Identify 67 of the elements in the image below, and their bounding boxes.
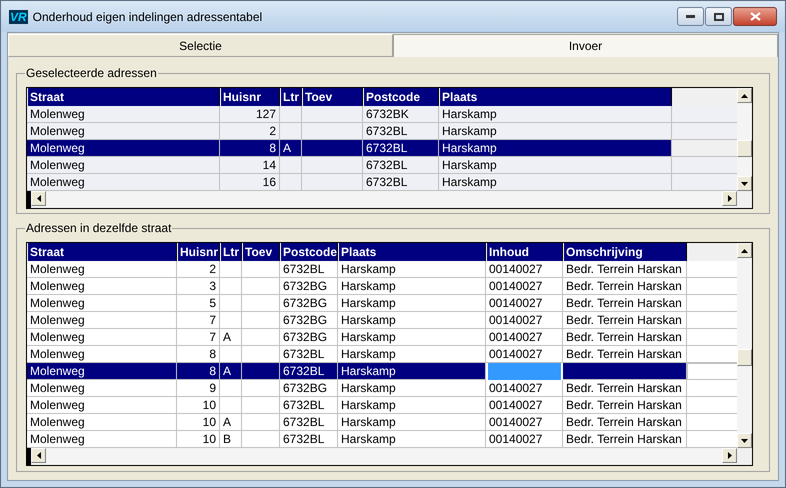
column-header[interactable]: Straat bbox=[27, 88, 220, 106]
column-header[interactable]: Toev bbox=[242, 243, 280, 261]
scroll-thumb[interactable] bbox=[737, 140, 752, 157]
arrow-right-icon bbox=[728, 452, 732, 459]
group-title: Adressen in dezelfde straat bbox=[25, 221, 172, 235]
column-header[interactable]: Plaats bbox=[338, 243, 486, 261]
scroll-right-button[interactable] bbox=[722, 448, 737, 463]
column-header[interactable]: Huisnr bbox=[220, 88, 280, 106]
scroll-up-button[interactable] bbox=[737, 88, 752, 103]
tab[interactable]: Invoer bbox=[393, 34, 778, 57]
table-row[interactable]: Molenweg 9 6732BG Harskamp 00140027 Bedr. Terrein Harskan bbox=[27, 380, 737, 397]
table-row[interactable]: Molenweg 8 A 6732BL Harskamp bbox=[27, 363, 737, 380]
minimize-icon bbox=[686, 15, 695, 18]
table-row[interactable]: Molenweg 10 A 6732BL Harskamp 00140027 Bedr. Terrein Harskan bbox=[27, 414, 737, 431]
column-header[interactable]: Postcode bbox=[363, 88, 439, 106]
table-row[interactable]: Molenweg 7 A 6732BG Harskamp 00140027 Bedr. Terrein Harskan bbox=[27, 329, 737, 346]
horizontal-scrollbar[interactable] bbox=[27, 448, 752, 465]
arrow-up-icon bbox=[741, 94, 748, 98]
column-header[interactable]: Inhoud bbox=[486, 243, 563, 261]
table-cell bbox=[672, 140, 737, 157]
table-row[interactable]: Molenweg 10 B 6732BL Harskamp 00140027 Bedr. Terrein Harskan bbox=[27, 431, 737, 448]
horizontal-scrollbar[interactable] bbox=[27, 191, 752, 208]
tab[interactable]: Selectie bbox=[8, 34, 393, 57]
column-header[interactable]: Plaats bbox=[439, 88, 672, 106]
vertical-scrollbar[interactable] bbox=[737, 88, 752, 191]
maximize-icon bbox=[714, 12, 724, 20]
table-row[interactable]: Molenweg 16 6732BL Harskamp bbox=[27, 174, 737, 191]
column-header[interactable]: Postcode bbox=[280, 243, 338, 261]
scroll-down-button[interactable] bbox=[737, 176, 752, 191]
table-row[interactable]: Molenweg 8 A 6732BL Harskamp bbox=[27, 140, 737, 157]
table-row[interactable]: Molenweg 5 6732BG Harskamp 00140027 Bedr. Terrein Harskan bbox=[27, 295, 737, 312]
column-header[interactable]: Huisnr bbox=[177, 243, 220, 261]
scroll-left-button[interactable] bbox=[31, 448, 46, 463]
vertical-scrollbar[interactable] bbox=[737, 243, 752, 448]
column-header[interactable]: Omschrijving bbox=[563, 243, 687, 261]
arrow-down-icon bbox=[741, 438, 748, 442]
scroll-left-button[interactable] bbox=[31, 191, 46, 206]
arrow-left-icon bbox=[36, 195, 40, 202]
table-row[interactable]: Molenweg 3 6732BG Harskamp 00140027 Bedr. Terrein Harskan bbox=[27, 278, 737, 295]
table-row[interactable]: Molenweg 2 6732BL Harskamp 00140027 Bedr. Terrein Harskan bbox=[27, 261, 737, 278]
app-logo-icon: VR bbox=[9, 10, 28, 24]
table-row[interactable]: Molenweg 14 6732BL Harskamp bbox=[27, 157, 737, 174]
arrow-right-icon bbox=[728, 195, 732, 202]
scroll-up-button[interactable] bbox=[737, 243, 752, 258]
column-header[interactable]: Straat bbox=[27, 243, 177, 261]
table-cell bbox=[687, 363, 737, 380]
close-icon bbox=[750, 12, 760, 21]
table-row[interactable]: Molenweg 10 6732BL Harskamp 00140027 Bedr. Terrein Harskan bbox=[27, 397, 737, 414]
edit-field[interactable] bbox=[486, 363, 563, 380]
maximize-button[interactable] bbox=[705, 7, 732, 26]
group-title: Geselecteerde adressen bbox=[25, 66, 158, 80]
scroll-thumb[interactable] bbox=[737, 349, 752, 366]
column-header[interactable]: Ltr bbox=[220, 243, 242, 261]
minimize-button[interactable] bbox=[677, 7, 704, 26]
close-button[interactable] bbox=[733, 7, 777, 26]
arrow-up-icon bbox=[741, 248, 748, 252]
table-row[interactable]: Molenweg 2 6732BL Harskamp bbox=[27, 123, 737, 140]
scroll-down-button[interactable] bbox=[737, 433, 752, 448]
arrow-down-icon bbox=[741, 182, 748, 186]
arrow-left-icon bbox=[36, 452, 40, 459]
scroll-right-button[interactable] bbox=[722, 191, 737, 206]
table-row[interactable]: Molenweg 8 6732BL Harskamp 00140027 Bedr. Terrein Harskan bbox=[27, 346, 737, 363]
table-row[interactable]: Molenweg 127 6732BK Harskamp bbox=[27, 106, 737, 123]
column-header[interactable]: Ltr bbox=[280, 88, 302, 106]
column-header[interactable]: Toev bbox=[302, 88, 363, 106]
window-title: Onderhoud eigen indelingen adressentabel bbox=[32, 8, 262, 26]
table-row[interactable]: Molenweg 7 6732BG Harskamp 00140027 Bedr. Terrein Harskan bbox=[27, 312, 737, 329]
